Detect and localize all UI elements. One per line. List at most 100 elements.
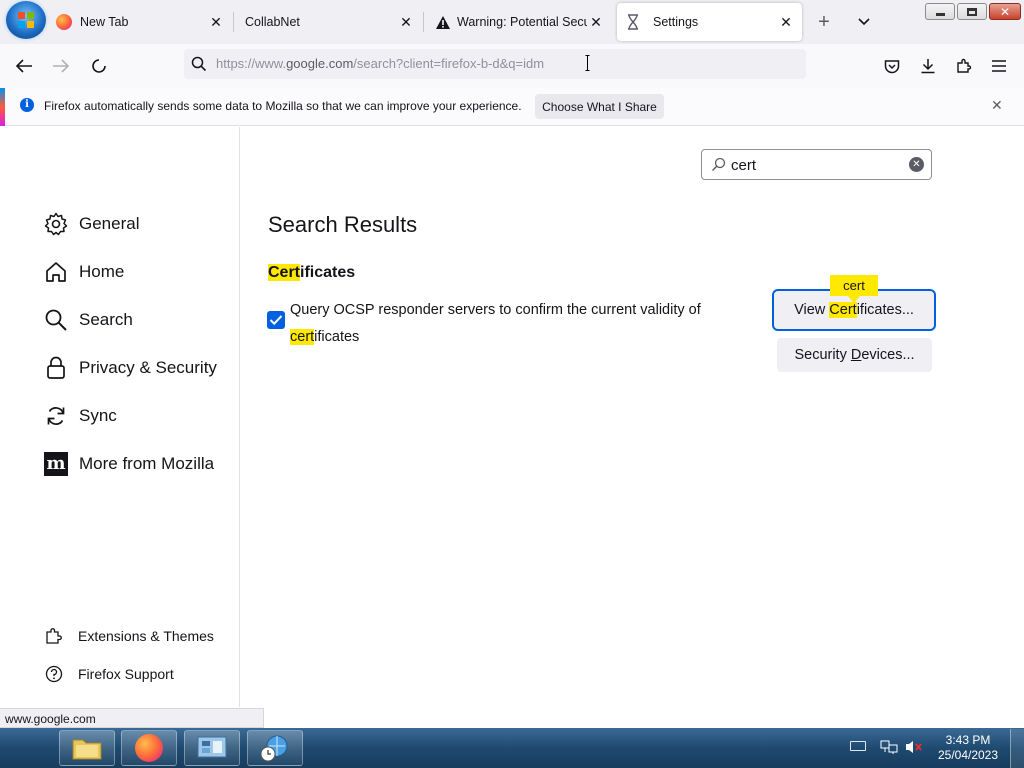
tab-title: CollabNet — [245, 15, 300, 29]
close-tab-icon[interactable]: ✕ — [396, 12, 416, 32]
tab-title: New Tab — [80, 15, 129, 29]
restore-button[interactable] — [957, 3, 987, 20]
status-panel-url: www.google.com — [0, 708, 264, 728]
window-close-button[interactable]: ✕ — [989, 3, 1021, 20]
taskbar-control-panel[interactable] — [184, 730, 240, 766]
lock-icon — [44, 356, 68, 380]
show-desktop-button[interactable] — [1010, 729, 1024, 768]
tab-collabnet[interactable]: CollabNet ✕ — [234, 3, 422, 41]
keyboard-tray-icon[interactable] — [850, 741, 866, 751]
search-icon — [44, 308, 68, 332]
category-label: Sync — [79, 406, 117, 425]
checkmark-icon — [269, 315, 283, 326]
search-icon — [712, 157, 726, 171]
search-value: cert — [731, 157, 757, 174]
globe-clock-icon — [260, 735, 288, 762]
close-tab-icon[interactable]: ✕ — [586, 12, 606, 32]
downloads-button[interactable] — [916, 54, 940, 78]
category-more-from-mozilla[interactable]: m More from Mozilla — [44, 448, 214, 480]
folder-icon — [72, 739, 102, 760]
mozilla-icon: m — [44, 452, 68, 476]
category-label: General — [79, 214, 140, 233]
label-text: ificates — [314, 329, 360, 345]
tab-settings[interactable]: Settings ✕ — [617, 3, 802, 41]
url-bar[interactable]: https://www.google.com/search?client=fir… — [184, 49, 806, 79]
windows-logo-icon — [18, 12, 34, 28]
clock-date: 25/04/2023 — [937, 748, 999, 762]
tab-title: Warning: Potential Secur — [457, 15, 587, 29]
clear-search-icon[interactable]: ✕ — [909, 157, 924, 172]
forward-button[interactable] — [49, 54, 73, 78]
close-tab-icon[interactable]: ✕ — [776, 12, 796, 32]
url-scheme: https://www. — [216, 56, 287, 71]
help-icon — [44, 664, 64, 684]
settings-search-input[interactable]: cert ✕ — [701, 149, 932, 180]
hourglass-icon — [628, 14, 638, 30]
label-text: Query OCSP responder servers to confirm … — [290, 302, 701, 318]
control-panel-icon — [197, 736, 227, 758]
category-label: Home — [79, 262, 125, 281]
search-highlight: cert — [290, 329, 315, 345]
url-path: /search?client=firefox-b-d&q=idm — [353, 56, 545, 71]
network-tray-icon[interactable] — [880, 739, 898, 755]
volume-muted-tray-icon[interactable] — [904, 739, 924, 755]
extensions-button[interactable] — [952, 54, 976, 78]
minimize-button[interactable] — [925, 3, 955, 20]
url-host: google.com — [286, 56, 354, 71]
back-button[interactable] — [12, 54, 36, 78]
sync-icon — [44, 404, 68, 428]
button-text: View — [794, 302, 830, 318]
heading-text: ificates — [300, 264, 356, 281]
close-tab-icon[interactable]: ✕ — [206, 12, 226, 32]
category-label: Search — [79, 310, 133, 329]
firefox-support-link[interactable]: Firefox Support — [44, 662, 174, 686]
start-button[interactable] — [6, 1, 46, 39]
download-icon — [921, 59, 935, 74]
tab-warning[interactable]: Warning: Potential Secur ✕ — [424, 3, 612, 41]
category-home[interactable]: Home — [44, 256, 124, 288]
loading-icon — [92, 59, 106, 73]
taskbar-firefox[interactable] — [121, 730, 177, 766]
search-icon — [191, 56, 207, 72]
firefox-icon — [56, 14, 72, 30]
pocket-button[interactable] — [880, 54, 904, 78]
taskbar-network-clock[interactable] — [247, 730, 303, 766]
taskbar-clock[interactable]: 3:43 PM 25/04/2023 — [930, 733, 1006, 763]
category-general[interactable]: General — [44, 208, 139, 240]
close-window-icon: ✕ — [999, 4, 1011, 19]
ocsp-checkbox-label[interactable]: Query OCSP responder servers to confirm … — [290, 297, 730, 351]
category-label: Privacy & Security — [79, 358, 217, 377]
tab-title: Settings — [653, 15, 699, 29]
clock-time: 3:43 PM — [945, 733, 991, 747]
button-text: Security — [794, 347, 851, 363]
new-tab-button[interactable]: + — [813, 11, 835, 33]
arrow-right-icon — [53, 59, 70, 73]
category-search[interactable]: Search — [44, 304, 133, 336]
tab-new-tab[interactable]: New Tab ✕ — [44, 3, 232, 41]
category-sync[interactable]: Sync — [44, 400, 117, 432]
stop-loading-button[interactable] — [87, 54, 111, 78]
text-cursor-icon — [585, 55, 590, 71]
gear-icon — [44, 212, 68, 236]
extensions-themes-link[interactable]: Extensions & Themes — [44, 624, 214, 648]
ocsp-checkbox[interactable] — [267, 311, 285, 329]
hamburger-menu-icon — [992, 60, 1006, 72]
category-privacy-security[interactable]: Privacy & Security — [44, 352, 217, 384]
button-text: ificates... — [856, 302, 914, 318]
notification-message: Firefox automatically sends some data to… — [44, 99, 522, 113]
taskbar-explorer[interactable] — [59, 730, 115, 766]
home-icon — [44, 260, 68, 284]
choose-what-i-share-button[interactable]: Choose What I Share — [535, 94, 664, 119]
search-highlight: Cert — [268, 264, 301, 281]
app-menu-button[interactable] — [987, 54, 1011, 78]
minimize-icon — [935, 12, 945, 16]
notification-accent — [0, 88, 5, 126]
url-text[interactable]: https://www.google.com/search?client=fir… — [216, 56, 544, 71]
puzzle-icon — [957, 58, 972, 73]
list-all-tabs-chevron-icon[interactable] — [854, 10, 874, 32]
close-notification-icon[interactable]: ✕ — [991, 97, 1003, 114]
restore-icon — [967, 7, 977, 16]
security-devices-button[interactable]: Security Devices... — [777, 338, 932, 372]
data-collection-notification: i Firefox automatically sends some data … — [0, 88, 1024, 126]
certificates-group-heading: Certificates — [268, 264, 355, 282]
